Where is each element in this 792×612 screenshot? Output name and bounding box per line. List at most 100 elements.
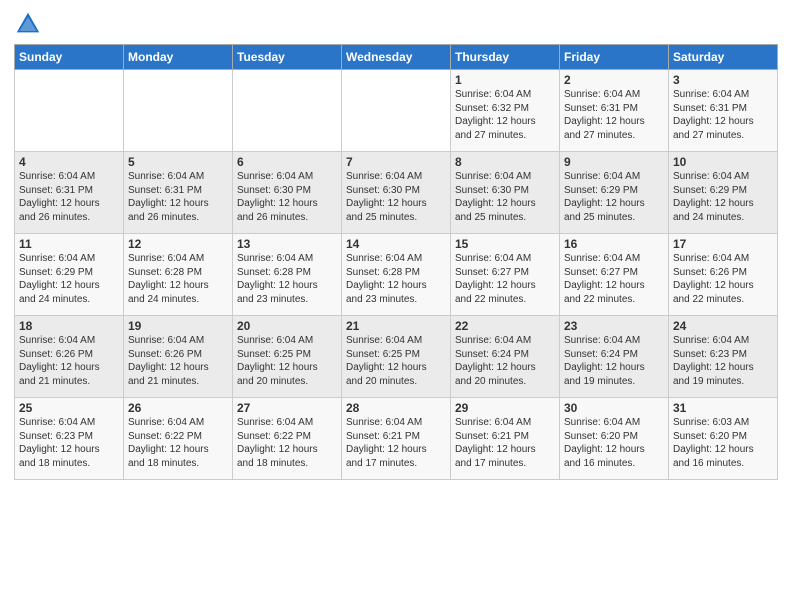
calendar-cell: 22Sunrise: 6:04 AM Sunset: 6:24 PM Dayli… [451, 316, 560, 398]
calendar-cell [15, 70, 124, 152]
day-number: 25 [19, 401, 119, 415]
calendar-cell: 26Sunrise: 6:04 AM Sunset: 6:22 PM Dayli… [124, 398, 233, 480]
day-number: 28 [346, 401, 446, 415]
calendar-week-2: 4Sunrise: 6:04 AM Sunset: 6:31 PM Daylig… [15, 152, 778, 234]
day-info: Sunrise: 6:04 AM Sunset: 6:30 PM Dayligh… [346, 170, 446, 224]
day-info: Sunrise: 6:04 AM Sunset: 6:23 PM Dayligh… [673, 334, 773, 388]
calendar-cell: 29Sunrise: 6:04 AM Sunset: 6:21 PM Dayli… [451, 398, 560, 480]
day-info: Sunrise: 6:04 AM Sunset: 6:32 PM Dayligh… [455, 88, 555, 142]
day-info: Sunrise: 6:04 AM Sunset: 6:29 PM Dayligh… [19, 252, 119, 306]
day-number: 12 [128, 237, 228, 251]
calendar-cell: 28Sunrise: 6:04 AM Sunset: 6:21 PM Dayli… [342, 398, 451, 480]
day-info: Sunrise: 6:04 AM Sunset: 6:22 PM Dayligh… [128, 416, 228, 470]
calendar-cell: 15Sunrise: 6:04 AM Sunset: 6:27 PM Dayli… [451, 234, 560, 316]
calendar-cell: 2Sunrise: 6:04 AM Sunset: 6:31 PM Daylig… [560, 70, 669, 152]
day-number: 10 [673, 155, 773, 169]
day-info: Sunrise: 6:04 AM Sunset: 6:28 PM Dayligh… [346, 252, 446, 306]
day-number: 11 [19, 237, 119, 251]
day-info: Sunrise: 6:04 AM Sunset: 6:25 PM Dayligh… [237, 334, 337, 388]
calendar-cell [233, 70, 342, 152]
calendar-cell: 10Sunrise: 6:04 AM Sunset: 6:29 PM Dayli… [669, 152, 778, 234]
day-number: 27 [237, 401, 337, 415]
day-info: Sunrise: 6:04 AM Sunset: 6:28 PM Dayligh… [128, 252, 228, 306]
day-number: 2 [564, 73, 664, 87]
day-number: 26 [128, 401, 228, 415]
day-info: Sunrise: 6:04 AM Sunset: 6:21 PM Dayligh… [455, 416, 555, 470]
calendar-cell: 17Sunrise: 6:04 AM Sunset: 6:26 PM Dayli… [669, 234, 778, 316]
calendar-cell: 18Sunrise: 6:04 AM Sunset: 6:26 PM Dayli… [15, 316, 124, 398]
weekday-header-thursday: Thursday [451, 45, 560, 70]
day-number: 24 [673, 319, 773, 333]
day-number: 15 [455, 237, 555, 251]
calendar-cell: 21Sunrise: 6:04 AM Sunset: 6:25 PM Dayli… [342, 316, 451, 398]
calendar-cell: 16Sunrise: 6:04 AM Sunset: 6:27 PM Dayli… [560, 234, 669, 316]
weekday-header-monday: Monday [124, 45, 233, 70]
calendar-cell: 24Sunrise: 6:04 AM Sunset: 6:23 PM Dayli… [669, 316, 778, 398]
day-info: Sunrise: 6:04 AM Sunset: 6:26 PM Dayligh… [673, 252, 773, 306]
calendar-cell: 30Sunrise: 6:04 AM Sunset: 6:20 PM Dayli… [560, 398, 669, 480]
calendar-cell: 19Sunrise: 6:04 AM Sunset: 6:26 PM Dayli… [124, 316, 233, 398]
day-number: 5 [128, 155, 228, 169]
day-number: 3 [673, 73, 773, 87]
weekday-header-sunday: Sunday [15, 45, 124, 70]
calendar-cell: 11Sunrise: 6:04 AM Sunset: 6:29 PM Dayli… [15, 234, 124, 316]
calendar-cell: 3Sunrise: 6:04 AM Sunset: 6:31 PM Daylig… [669, 70, 778, 152]
day-info: Sunrise: 6:04 AM Sunset: 6:28 PM Dayligh… [237, 252, 337, 306]
header [14, 10, 778, 38]
day-number: 8 [455, 155, 555, 169]
weekday-header-saturday: Saturday [669, 45, 778, 70]
calendar-cell: 20Sunrise: 6:04 AM Sunset: 6:25 PM Dayli… [233, 316, 342, 398]
calendar-cell: 7Sunrise: 6:04 AM Sunset: 6:30 PM Daylig… [342, 152, 451, 234]
weekday-header-tuesday: Tuesday [233, 45, 342, 70]
day-number: 9 [564, 155, 664, 169]
calendar-week-1: 1Sunrise: 6:04 AM Sunset: 6:32 PM Daylig… [15, 70, 778, 152]
day-number: 30 [564, 401, 664, 415]
day-number: 17 [673, 237, 773, 251]
day-info: Sunrise: 6:04 AM Sunset: 6:27 PM Dayligh… [564, 252, 664, 306]
day-number: 29 [455, 401, 555, 415]
day-info: Sunrise: 6:04 AM Sunset: 6:30 PM Dayligh… [237, 170, 337, 224]
day-info: Sunrise: 6:04 AM Sunset: 6:20 PM Dayligh… [564, 416, 664, 470]
calendar-cell: 5Sunrise: 6:04 AM Sunset: 6:31 PM Daylig… [124, 152, 233, 234]
day-info: Sunrise: 6:04 AM Sunset: 6:31 PM Dayligh… [19, 170, 119, 224]
weekday-header-wednesday: Wednesday [342, 45, 451, 70]
day-info: Sunrise: 6:04 AM Sunset: 6:29 PM Dayligh… [564, 170, 664, 224]
calendar-cell: 9Sunrise: 6:04 AM Sunset: 6:29 PM Daylig… [560, 152, 669, 234]
day-info: Sunrise: 6:04 AM Sunset: 6:27 PM Dayligh… [455, 252, 555, 306]
day-number: 20 [237, 319, 337, 333]
day-info: Sunrise: 6:04 AM Sunset: 6:24 PM Dayligh… [564, 334, 664, 388]
day-info: Sunrise: 6:04 AM Sunset: 6:31 PM Dayligh… [673, 88, 773, 142]
day-info: Sunrise: 6:04 AM Sunset: 6:26 PM Dayligh… [128, 334, 228, 388]
calendar-week-5: 25Sunrise: 6:04 AM Sunset: 6:23 PM Dayli… [15, 398, 778, 480]
calendar-header: SundayMondayTuesdayWednesdayThursdayFrid… [15, 45, 778, 70]
calendar-cell: 14Sunrise: 6:04 AM Sunset: 6:28 PM Dayli… [342, 234, 451, 316]
calendar-cell: 1Sunrise: 6:04 AM Sunset: 6:32 PM Daylig… [451, 70, 560, 152]
day-number: 14 [346, 237, 446, 251]
calendar-cell: 13Sunrise: 6:04 AM Sunset: 6:28 PM Dayli… [233, 234, 342, 316]
calendar-body: 1Sunrise: 6:04 AM Sunset: 6:32 PM Daylig… [15, 70, 778, 480]
calendar-cell [342, 70, 451, 152]
day-info: Sunrise: 6:04 AM Sunset: 6:31 PM Dayligh… [564, 88, 664, 142]
calendar-cell: 27Sunrise: 6:04 AM Sunset: 6:22 PM Dayli… [233, 398, 342, 480]
day-number: 19 [128, 319, 228, 333]
calendar-week-3: 11Sunrise: 6:04 AM Sunset: 6:29 PM Dayli… [15, 234, 778, 316]
day-number: 4 [19, 155, 119, 169]
calendar-table: SundayMondayTuesdayWednesdayThursdayFrid… [14, 44, 778, 480]
day-number: 22 [455, 319, 555, 333]
calendar-cell: 31Sunrise: 6:03 AM Sunset: 6:20 PM Dayli… [669, 398, 778, 480]
day-info: Sunrise: 6:03 AM Sunset: 6:20 PM Dayligh… [673, 416, 773, 470]
day-info: Sunrise: 6:04 AM Sunset: 6:24 PM Dayligh… [455, 334, 555, 388]
day-info: Sunrise: 6:04 AM Sunset: 6:31 PM Dayligh… [128, 170, 228, 224]
day-number: 13 [237, 237, 337, 251]
day-number: 7 [346, 155, 446, 169]
weekday-row: SundayMondayTuesdayWednesdayThursdayFrid… [15, 45, 778, 70]
day-number: 18 [19, 319, 119, 333]
calendar-week-4: 18 Sunrise: 6:04 AM Sunset: 6:26 PM Dayli… [15, 316, 778, 398]
page-container: SundayMondayTuesdayWednesdayThursdayFrid… [0, 0, 792, 612]
day-number: 31 [673, 401, 773, 415]
day-info: Sunrise: 6:04 AM Sunset: 6:25 PM Dayligh… [346, 334, 446, 388]
day-info: Sunrise: 6:04 AM Sunset: 6:22 PM Dayligh… [237, 416, 337, 470]
day-info: Sunrise: 6:04 AM Sunset: 6:23 PM Dayligh… [19, 416, 119, 470]
day-info: Sunrise: 6:04 AM Sunset: 6:30 PM Dayligh… [455, 170, 555, 224]
calendar-cell: 4Sunrise: 6:04 AM Sunset: 6:31 PM Daylig… [15, 152, 124, 234]
